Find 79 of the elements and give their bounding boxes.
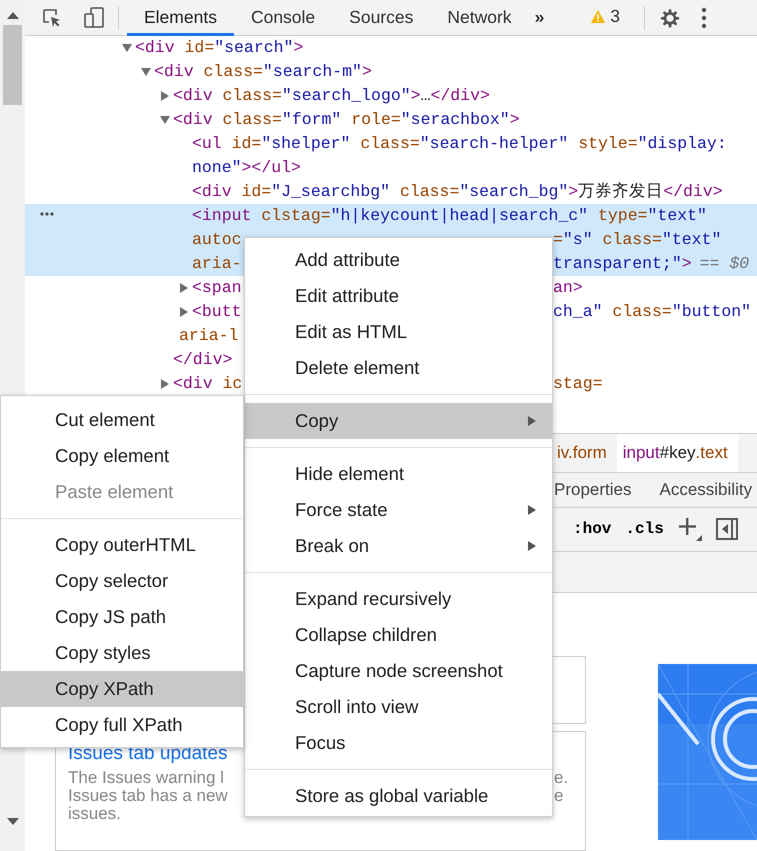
menu-item[interactable]: Copy	[245, 403, 552, 439]
code-line: <div ic	[173, 373, 242, 395]
collapsed-arrow-icon[interactable]	[160, 379, 170, 389]
settings-icon[interactable]	[659, 6, 682, 28]
menu-item[interactable]: Copy outerHTML	[1, 527, 243, 563]
code-line: <div class="form" role="serachbox">	[173, 109, 520, 131]
code-line: aria-l	[179, 325, 238, 347]
panel-tab[interactable]: Sources	[332, 0, 430, 36]
collapsed-arrow-icon[interactable]	[179, 307, 189, 317]
code-line: ch_a" class="button"	[553, 302, 752, 321]
code-line: transparent;">	[553, 254, 692, 273]
expanded-arrow-icon[interactable]	[122, 43, 132, 53]
card-text: The Issues warning l	[68, 768, 224, 786]
code-line: an>	[553, 278, 583, 297]
menu-item[interactable]: Delete element	[245, 350, 552, 386]
panel-tab[interactable]: Console	[234, 0, 332, 36]
expanded-arrow-icon[interactable]	[160, 115, 170, 125]
warning-icon	[590, 8, 606, 24]
menu-item[interactable]: Copy JS path	[1, 599, 243, 635]
collapsed-arrow-icon[interactable]	[160, 91, 170, 101]
code-line: autoc	[192, 229, 242, 251]
code-line: <div class="search_logo">…</div>	[173, 85, 490, 107]
inspect-icon[interactable]	[42, 8, 62, 28]
menu-item[interactable]: Force state	[245, 492, 552, 528]
card-text: e.	[554, 768, 568, 786]
menu-item[interactable]: Add attribute	[245, 242, 552, 278]
code-line: ="s" class="text"	[553, 230, 722, 249]
scroll-down-icon[interactable]	[6, 818, 18, 826]
panel-tab[interactable]: Network	[430, 0, 529, 36]
menu-item[interactable]: Collapse children	[245, 617, 552, 653]
card-text: Issues tab has a new	[68, 786, 228, 804]
menu-item[interactable]: Copy selector	[1, 563, 243, 599]
menu-item[interactable]: Capture node screenshot	[245, 653, 552, 689]
add-rule-icon[interactable]	[678, 517, 702, 542]
code-line: <span	[192, 277, 242, 299]
breadcrumb-item[interactable]: input#key.text	[616, 434, 738, 472]
ellipsis-icon[interactable]	[40, 212, 54, 216]
hover-state-button[interactable]: :hov	[573, 517, 612, 542]
code-line: <div class="search-m">	[154, 61, 372, 83]
scrollbar-thumb[interactable]	[3, 25, 22, 105]
code-line: <input clstag="h|keycount|head|search_c" type="text"	[192, 205, 707, 227]
menu-item[interactable]: Expand recursively	[245, 581, 552, 617]
more-options-icon[interactable]	[701, 6, 708, 28]
menu-item[interactable]: Cut element	[1, 402, 243, 438]
card-text: e	[554, 786, 564, 804]
device-icon[interactable]	[84, 7, 104, 28]
menu-item[interactable]: Copy XPath	[1, 671, 243, 707]
code-line: <ul id="shelper" class="search-helper" style="display:	[192, 133, 727, 155]
code-line: stag=	[553, 374, 603, 393]
menu-item[interactable]: Store as global variable	[245, 778, 552, 814]
expanded-arrow-icon[interactable]	[141, 67, 151, 77]
code-line: </div>	[173, 349, 232, 371]
code-line: none"></ul>	[192, 157, 301, 179]
panel-tab[interactable]: Elements	[127, 0, 234, 36]
sidebar-toggle-icon[interactable]	[716, 518, 738, 540]
menu-item[interactable]: Edit attribute	[245, 278, 552, 314]
more-tabs-button[interactable]: »	[528, 0, 550, 36]
menu-item[interactable]: Copy full XPath	[1, 707, 243, 743]
code-line: <div id="search">	[135, 37, 304, 59]
menu-item[interactable]: Hide element	[245, 456, 552, 492]
console-reference: == $0	[700, 254, 750, 273]
card-title: Issues tab updates	[68, 742, 228, 766]
warnings-button[interactable]: 3	[582, 0, 628, 36]
breadcrumb-item[interactable]: iv.form	[553, 434, 617, 472]
menu-item[interactable]: Copy element	[1, 438, 243, 474]
code-line: aria-	[192, 253, 242, 275]
sidebar-tab[interactable]: Properties	[554, 477, 632, 503]
menu-item[interactable]: Scroll into view	[245, 689, 552, 725]
sidebar-tab[interactable]: Accessibility	[659, 477, 752, 503]
menu-item[interactable]: Edit as HTML	[245, 314, 552, 350]
menu-item[interactable]: Focus	[245, 725, 552, 761]
code-line: <butt	[192, 301, 242, 323]
card-text: issues.	[68, 804, 121, 822]
menu-item[interactable]: Break on	[245, 528, 552, 564]
menu-item[interactable]: Copy styles	[1, 635, 243, 671]
class-button[interactable]: .cls	[625, 517, 664, 542]
collapsed-arrow-icon[interactable]	[179, 283, 189, 293]
code-line: <div id="J_searchbg" class="search_bg">万券齐发日</div>	[192, 181, 723, 203]
scroll-up-icon[interactable]	[6, 11, 18, 19]
